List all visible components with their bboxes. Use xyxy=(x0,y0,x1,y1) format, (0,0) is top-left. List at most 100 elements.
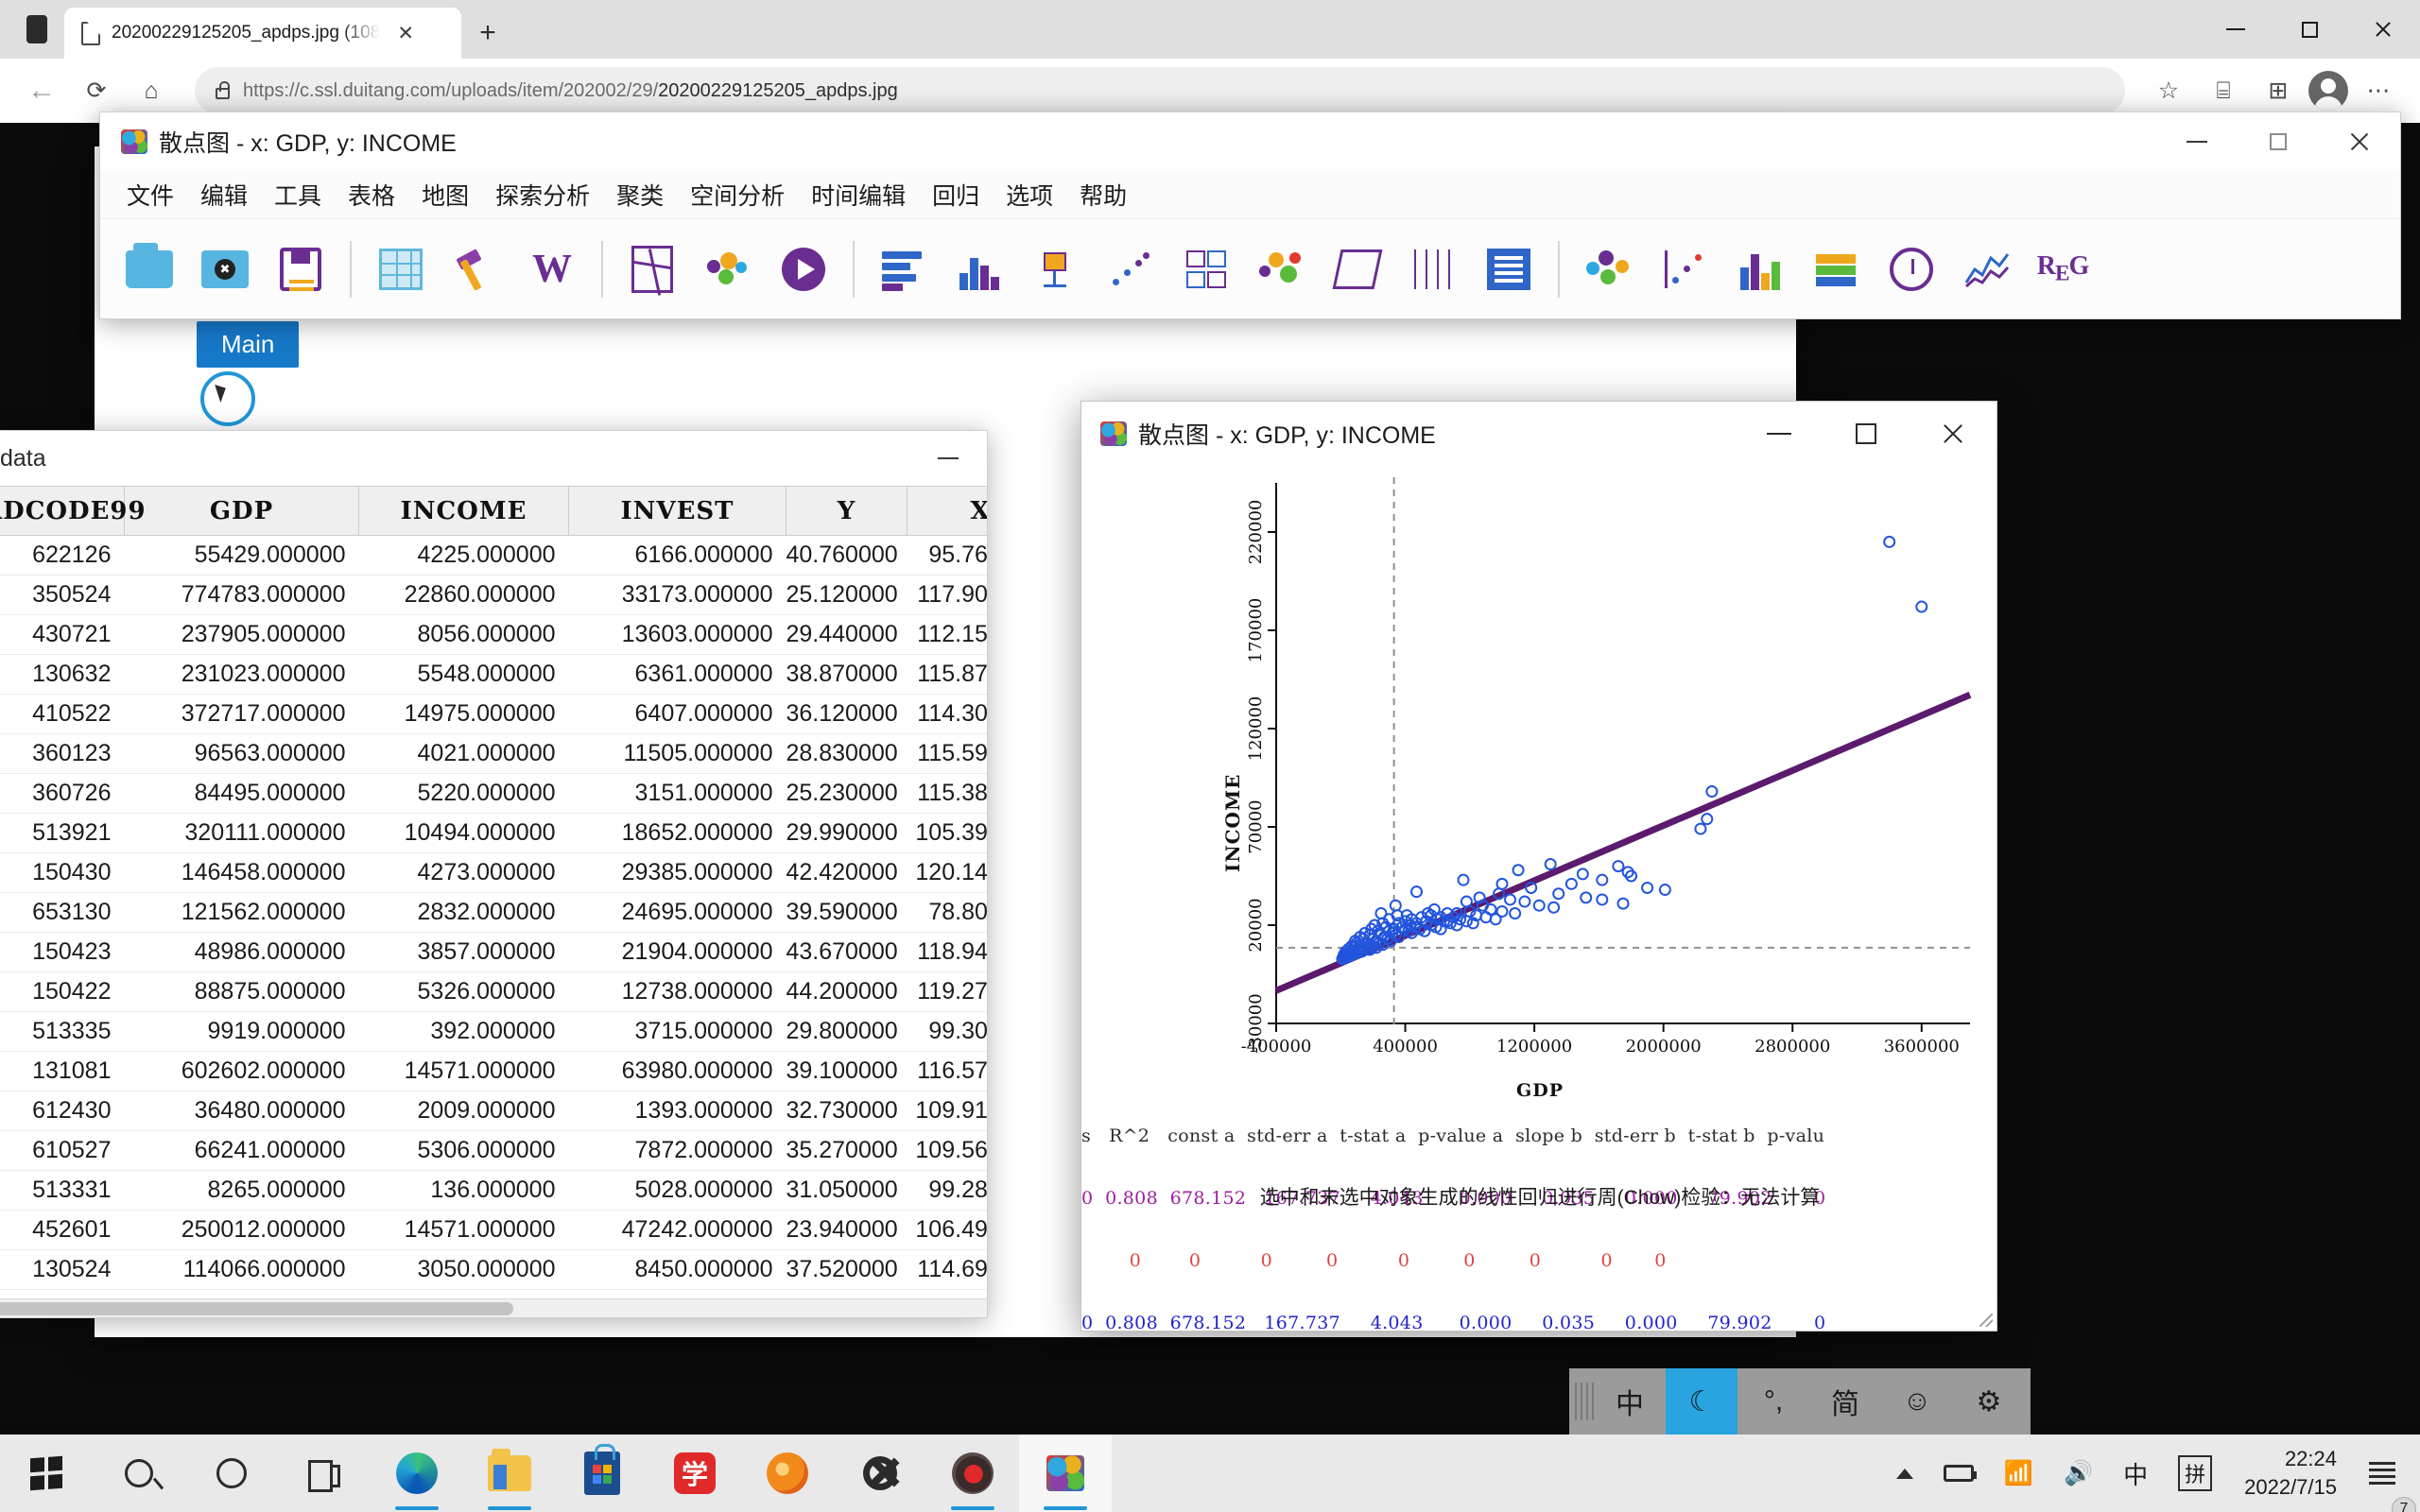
menu-table[interactable]: 表格 xyxy=(335,174,408,215)
file-explorer-icon[interactable] xyxy=(463,1435,556,1512)
menu-explore[interactable]: 探索分析 xyxy=(482,174,603,215)
geoda-app-icon[interactable] xyxy=(1019,1435,1112,1512)
table-row[interactable]: 653130 121562.000000 2832.000000 24695.0000… xyxy=(0,892,987,933)
column-header-income[interactable]: INCOME xyxy=(358,486,569,536)
firefox-browser-icon[interactable] xyxy=(741,1435,834,1512)
table-row[interactable]: 350524 774783.000000 22860.000000 33173.000… xyxy=(0,575,987,615)
wifi-icon[interactable]: 📶 xyxy=(1989,1435,2048,1512)
browser-close-button[interactable] xyxy=(2346,0,2420,59)
conditional-plot-icon[interactable] xyxy=(1473,233,1545,305)
task-view-icon[interactable] xyxy=(278,1435,371,1512)
tab-close-icon[interactable]: ✕ xyxy=(391,22,420,45)
cortana-icon[interactable] xyxy=(185,1435,278,1512)
averages-chart-icon[interactable] xyxy=(1951,233,2023,305)
table-row[interactable]: 452601 250012.000000 14571.000000 47242.000… xyxy=(0,1210,987,1250)
settings-gear-icon[interactable] xyxy=(834,1435,926,1512)
table-row[interactable]: 513921 320111.000000 10494.000000 18652.000… xyxy=(0,813,987,853)
refresh-icon[interactable]: ⟳ xyxy=(72,66,121,115)
table-row[interactable]: 513331 8265.000000 136.000000 5028.000000 31… xyxy=(0,1170,987,1211)
search-icon[interactable] xyxy=(93,1435,185,1512)
geoda-maximize-button[interactable] xyxy=(2238,112,2319,171)
menu-options[interactable]: 选项 xyxy=(993,174,1066,215)
histogram-icon[interactable] xyxy=(943,233,1015,305)
parallel-coordinate-icon[interactable] xyxy=(1397,233,1469,305)
table-row[interactable]: 130632 231023.000000 5548.000000 6361.00000… xyxy=(0,654,987,695)
box-plot-icon[interactable] xyxy=(1019,233,1091,305)
table-row[interactable]: 360123 96563.000000 4021.000000 11505.00000… xyxy=(0,733,987,774)
table-icon[interactable] xyxy=(365,233,437,305)
ime-emoji-icon[interactable]: ☺ xyxy=(1881,1368,1953,1435)
column-header-x[interactable]: X xyxy=(907,486,987,536)
menu-time[interactable]: 时间编辑 xyxy=(798,174,919,215)
menu-space[interactable]: 空间分析 xyxy=(677,174,798,215)
table-row[interactable]: 610527 66241.000000 5306.000000 7872.000000… xyxy=(0,1130,987,1171)
table-row[interactable]: 131081 602602.000000 14571.000000 63980.000… xyxy=(0,1051,987,1091)
scatter-minimize-button[interactable] xyxy=(1736,402,1823,466)
scatter-matrix-icon[interactable] xyxy=(1170,233,1242,305)
address-bar[interactable]: https://c.ssl.duitang.com/uploads/item/2… xyxy=(195,67,2125,114)
menu-help[interactable]: 帮助 xyxy=(1066,174,1140,215)
home-icon[interactable]: ⌂ xyxy=(127,66,176,115)
3d-cube-icon[interactable] xyxy=(1322,233,1393,305)
lisa-chart-icon[interactable] xyxy=(1724,233,1796,305)
scatter-plot-icon[interactable] xyxy=(1095,233,1167,305)
browser-minimize-button[interactable] xyxy=(2199,0,2273,59)
table-row[interactable]: 430721 237905.000000 8056.000000 13603.0000… xyxy=(0,614,987,655)
column-header-invest[interactable]: INVEST xyxy=(568,486,786,536)
geoda-minimize-button[interactable] xyxy=(2156,112,2238,171)
menu-file[interactable]: 文件 xyxy=(113,174,187,215)
ime-settings-gear-icon[interactable]: ⚙ xyxy=(1953,1368,2025,1435)
bubble-chart-icon[interactable] xyxy=(1246,233,1318,305)
time-clock-icon[interactable] xyxy=(1876,233,1947,305)
menu-regression[interactable]: 回归 xyxy=(919,174,993,215)
menu-edit[interactable]: 编辑 xyxy=(187,174,261,215)
microsoft-store-icon[interactable] xyxy=(556,1435,648,1512)
table-minimize-button[interactable] xyxy=(925,457,972,459)
bar-chart-icon[interactable] xyxy=(868,233,940,305)
cartogram-icon[interactable] xyxy=(1800,233,1872,305)
browser-maximize-button[interactable] xyxy=(2273,0,2346,59)
xuexi-app-icon[interactable]: 学 xyxy=(648,1435,741,1512)
back-arrow-icon[interactable]: ← xyxy=(17,66,66,115)
cluster-bubbles-icon[interactable] xyxy=(1573,233,1645,305)
battery-icon[interactable] xyxy=(1928,1435,1989,1512)
tools-hammer-icon[interactable] xyxy=(441,233,512,305)
scatter-maximize-button[interactable] xyxy=(1823,402,1910,466)
volume-icon[interactable]: 🔊 xyxy=(2048,1435,2108,1512)
ime-night-mode-icon[interactable]: ☾ xyxy=(1666,1368,1737,1435)
avatar-icon[interactable] xyxy=(2308,71,2348,111)
collections-icon[interactable]: ⌸ xyxy=(2199,66,2248,115)
ime-punctuation-icon[interactable]: °, xyxy=(1737,1368,1809,1435)
animation-play-icon[interactable] xyxy=(768,233,839,305)
menu-map[interactable]: 地图 xyxy=(408,174,482,215)
scatter-resize-handle[interactable] xyxy=(1979,1314,1993,1327)
close-project-icon[interactable] xyxy=(189,233,261,305)
menu-clusters[interactable]: 聚类 xyxy=(603,174,677,215)
table-row[interactable]: 150423 48986.000000 3857.000000 21904.00000… xyxy=(0,932,987,972)
map-icon[interactable] xyxy=(616,233,688,305)
table-row[interactable]: 360726 84495.000000 5220.000000 3151.000000… xyxy=(0,773,987,814)
table-row[interactable]: 410522 372717.000000 14975.000000 6407.0000… xyxy=(0,694,987,734)
notification-center-icon[interactable]: 7 xyxy=(2354,1435,2416,1512)
geoda-close-button[interactable] xyxy=(2319,112,2400,171)
edge-icon[interactable] xyxy=(371,1435,463,1512)
ime-language-toggle[interactable]: 中 xyxy=(1594,1368,1666,1435)
puzzle-icon[interactable]: ⊞ xyxy=(2254,66,2303,115)
scatter-close-button[interactable] xyxy=(1910,402,1996,466)
regression-icon[interactable]: REG xyxy=(2027,233,2099,305)
taskbar-clock[interactable]: 22:24 2022/7/15 xyxy=(2227,1435,2354,1512)
ime-pinyin-indicator[interactable]: 拼 xyxy=(2163,1435,2227,1512)
start-button[interactable] xyxy=(0,1435,93,1512)
tab-list-icon[interactable] xyxy=(9,0,64,59)
table-horizontal-scrollbar[interactable] xyxy=(0,1298,987,1317)
table-row[interactable]: 622126 55429.000000 4225.000000 6166.000000… xyxy=(0,535,987,576)
moran-scatter-icon[interactable] xyxy=(1649,233,1720,305)
table-row[interactable]: 513335 9919.000000 392.000000 3715.000000 29… xyxy=(0,1011,987,1052)
screen-recorder-icon[interactable] xyxy=(926,1435,1019,1512)
column-header-adcode99[interactable]: ADCODE99 xyxy=(0,486,146,536)
recorder-main-tab[interactable]: Main xyxy=(197,321,300,368)
open-project-icon[interactable] xyxy=(113,233,185,305)
menu-tools[interactable]: 工具 xyxy=(261,174,335,215)
ime-drag-handle[interactable] xyxy=(1575,1383,1594,1420)
column-header-gdp[interactable]: GDP xyxy=(124,486,359,536)
